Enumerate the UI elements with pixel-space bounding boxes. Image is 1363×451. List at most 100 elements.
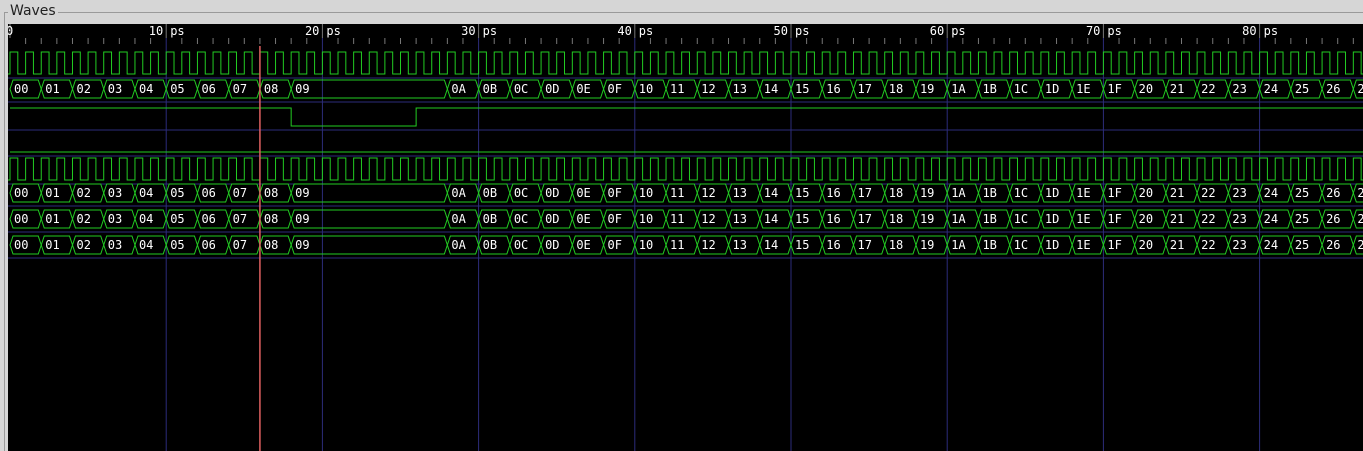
ruler-label: 20: [305, 24, 319, 38]
time-ruler[interactable]: [8, 24, 1363, 38]
bus-value-label: 06: [201, 186, 215, 200]
bus-value-label: 0C: [514, 82, 528, 96]
bus-value-label: 03: [108, 186, 122, 200]
bus-value-label: 19: [920, 212, 934, 226]
bus-value-label: 09: [295, 238, 309, 252]
ruler-label: 60: [930, 24, 944, 38]
bus-value-label: 1C: [1014, 238, 1028, 252]
bus-segment: [290, 79, 448, 99]
bus-value-label: 04: [139, 82, 153, 96]
bus-value-label: 0A: [451, 82, 466, 96]
bus-value-label: 04: [139, 238, 153, 252]
ruler-label: 40: [617, 24, 631, 38]
bus-value-label: 24: [1264, 238, 1278, 252]
bus-value-label: 0F: [608, 82, 622, 96]
bus-value-label: 0E: [576, 238, 590, 252]
bus-value-label: 25: [1295, 82, 1309, 96]
bus-value-label: 1F: [1107, 82, 1121, 96]
bus-value-label: 1A: [951, 82, 966, 96]
bus-value-label: 1A: [951, 212, 966, 226]
bus-value-label: 02: [76, 82, 90, 96]
bus-value-label: 20: [1139, 186, 1153, 200]
bus-value-label: 18: [889, 212, 903, 226]
bus-value-label: 16: [826, 238, 840, 252]
bus-value-label: 1E: [1076, 186, 1090, 200]
ruler-unit: ps: [326, 24, 340, 38]
bus-segment: [290, 183, 448, 203]
bus-value-label: 02: [76, 186, 90, 200]
bus-value-label: 11: [670, 186, 684, 200]
bus-value-label: 1D: [1045, 82, 1059, 96]
clock-trace: [8, 157, 1363, 181]
bus-value-label: 13: [733, 186, 747, 200]
bus-value-label: 05: [170, 82, 184, 96]
bus-value-label: 09: [295, 186, 309, 200]
bus-value-label: 1E: [1076, 238, 1090, 252]
bus-value-label: 20: [1139, 212, 1153, 226]
bus-value-label: 1B: [982, 82, 996, 96]
bus-value-label: 0F: [608, 238, 622, 252]
bus-value-label: 23: [1232, 238, 1246, 252]
bus-value-label: 25: [1295, 212, 1309, 226]
bus-value-label: 05: [170, 186, 184, 200]
bus-value-label: 16: [826, 82, 840, 96]
bus-value-label: 14: [764, 186, 778, 200]
bus-value-label: 1F: [1107, 212, 1121, 226]
bus-value-label: 0D: [545, 212, 559, 226]
bus-value-label: 0A: [451, 186, 466, 200]
bus-value-label: 0D: [545, 82, 559, 96]
waveform-viewer[interactable]: 0 10 ps 20 ps 30 ps 40 ps 50 ps 60 ps 70 ps 80 ps 00 01 02 0…: [8, 24, 1363, 451]
bus-value-label: 24: [1264, 82, 1278, 96]
bus-value-label: 1B: [982, 212, 996, 226]
bus-value-label: 0D: [545, 238, 559, 252]
bus-value-label: 0C: [514, 186, 528, 200]
bus-value-label: 25: [1295, 186, 1309, 200]
bus-value-label: 15: [795, 212, 809, 226]
waves-panel: Waves 0 10 ps 20 ps 30 ps 40 ps 50 ps 60 ps 70 ps 80 ps 0…: [0, 0, 1363, 451]
bus-value-label: 11: [670, 82, 684, 96]
bus-value-label: 08: [264, 186, 278, 200]
bus-value-label: 08: [264, 238, 278, 252]
ruler-unit: ps: [795, 24, 809, 38]
bus-value-label: 00: [14, 212, 28, 226]
bus-value-label: 03: [108, 82, 122, 96]
bus-value-label: 13: [733, 212, 747, 226]
bus-value-label: 12: [701, 238, 715, 252]
bus-value-label: 1B: [982, 238, 996, 252]
clock-trace: [8, 51, 1363, 75]
bus-value-label: 21: [1170, 82, 1184, 96]
bus-value-label: 0E: [576, 212, 590, 226]
ruler-label-0: 0: [8, 24, 13, 38]
bus-value-label: 0D: [545, 186, 559, 200]
bus-value-label: 14: [764, 82, 778, 96]
bus-value-label: 22: [1201, 82, 1215, 96]
bus-value-label: 26: [1326, 82, 1340, 96]
bus-value-label: 1E: [1076, 212, 1090, 226]
waveform-canvas[interactable]: 0 10 ps 20 ps 30 ps 40 ps 50 ps 60 ps 70 ps 80 ps00 01 02 0…: [8, 24, 1363, 451]
bus-value-label: 1D: [1045, 238, 1059, 252]
bus-value-label: 27: [1357, 186, 1363, 200]
bus-value-label: 1C: [1014, 82, 1028, 96]
bus-value-label: 0B: [483, 82, 497, 96]
bus-value-label: 14: [764, 238, 778, 252]
bus-value-label: 03: [108, 212, 122, 226]
bus-value-label: 03: [108, 238, 122, 252]
bus-segment: [290, 209, 448, 229]
bus-value-label: 12: [701, 186, 715, 200]
bus-value-label: 18: [889, 186, 903, 200]
bus-value-label: 01: [45, 212, 59, 226]
bus-value-label: 04: [139, 186, 153, 200]
bus-value-label: 0B: [483, 238, 497, 252]
bus-value-label: 08: [264, 212, 278, 226]
bus-value-label: 26: [1326, 186, 1340, 200]
bus-value-label: 04: [139, 212, 153, 226]
bus-value-label: 07: [233, 212, 247, 226]
bit-trace: [10, 107, 1363, 127]
bus-value-label: 1A: [951, 238, 966, 252]
ruler-unit: ps: [170, 24, 184, 38]
bus-value-label: 02: [76, 212, 90, 226]
bus-value-label: 11: [670, 212, 684, 226]
bus-value-label: 00: [14, 82, 28, 96]
bus-value-label: 1D: [1045, 186, 1059, 200]
ruler-label: 80: [1242, 24, 1256, 38]
